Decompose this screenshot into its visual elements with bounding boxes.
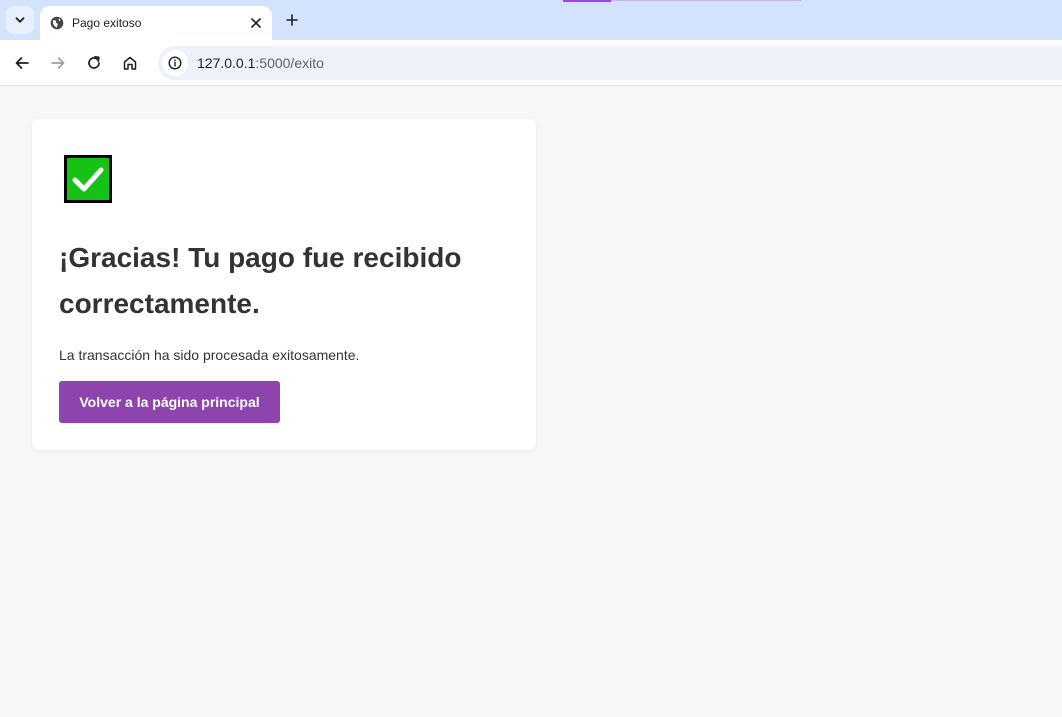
active-tab[interactable]: Pago exitoso — [40, 6, 272, 40]
reload-button[interactable] — [82, 51, 106, 75]
forward-button[interactable] — [46, 51, 70, 75]
tab-strip: Pago exitoso — [0, 0, 1062, 40]
home-icon — [123, 56, 137, 70]
address-bar[interactable]: 127.0.0.1:5000/exito — [158, 46, 1062, 80]
browser-toolbar: 127.0.0.1:5000/exito — [0, 40, 1062, 86]
tab-title: Pago exitoso — [72, 16, 142, 30]
tab-strip-accent-secondary — [611, 0, 801, 1]
tab-search-button[interactable] — [6, 6, 34, 34]
info-icon — [168, 56, 182, 70]
home-button[interactable] — [118, 51, 142, 75]
page-title: ¡Gracias! Tu pago fue recibido correctam… — [59, 242, 462, 319]
arrow-right-icon — [51, 57, 65, 69]
reload-icon — [88, 55, 100, 69]
check-mark-icon — [64, 155, 112, 203]
chevron-down-icon — [15, 17, 25, 23]
success-card: ¡Gracias! Tu pago fue recibido correctam… — [32, 119, 536, 450]
globe-icon — [50, 16, 64, 30]
new-tab-button[interactable] — [281, 9, 303, 31]
site-info-button[interactable] — [162, 50, 188, 76]
url-host: 127.0.0.1 — [197, 55, 256, 71]
url-path: :5000/exito — [255, 55, 324, 71]
back-to-home-button[interactable]: Volver a la página principal — [59, 381, 280, 423]
plus-icon — [286, 14, 298, 26]
tab-strip-accent — [563, 0, 611, 2]
arrow-left-icon — [15, 57, 29, 69]
back-button[interactable] — [10, 51, 34, 75]
success-message: La transacción ha sido procesada exitosa… — [59, 347, 360, 363]
close-icon — [251, 18, 261, 28]
url-text: 127.0.0.1:5000/exito — [197, 55, 324, 71]
close-tab-button[interactable] — [246, 13, 266, 33]
